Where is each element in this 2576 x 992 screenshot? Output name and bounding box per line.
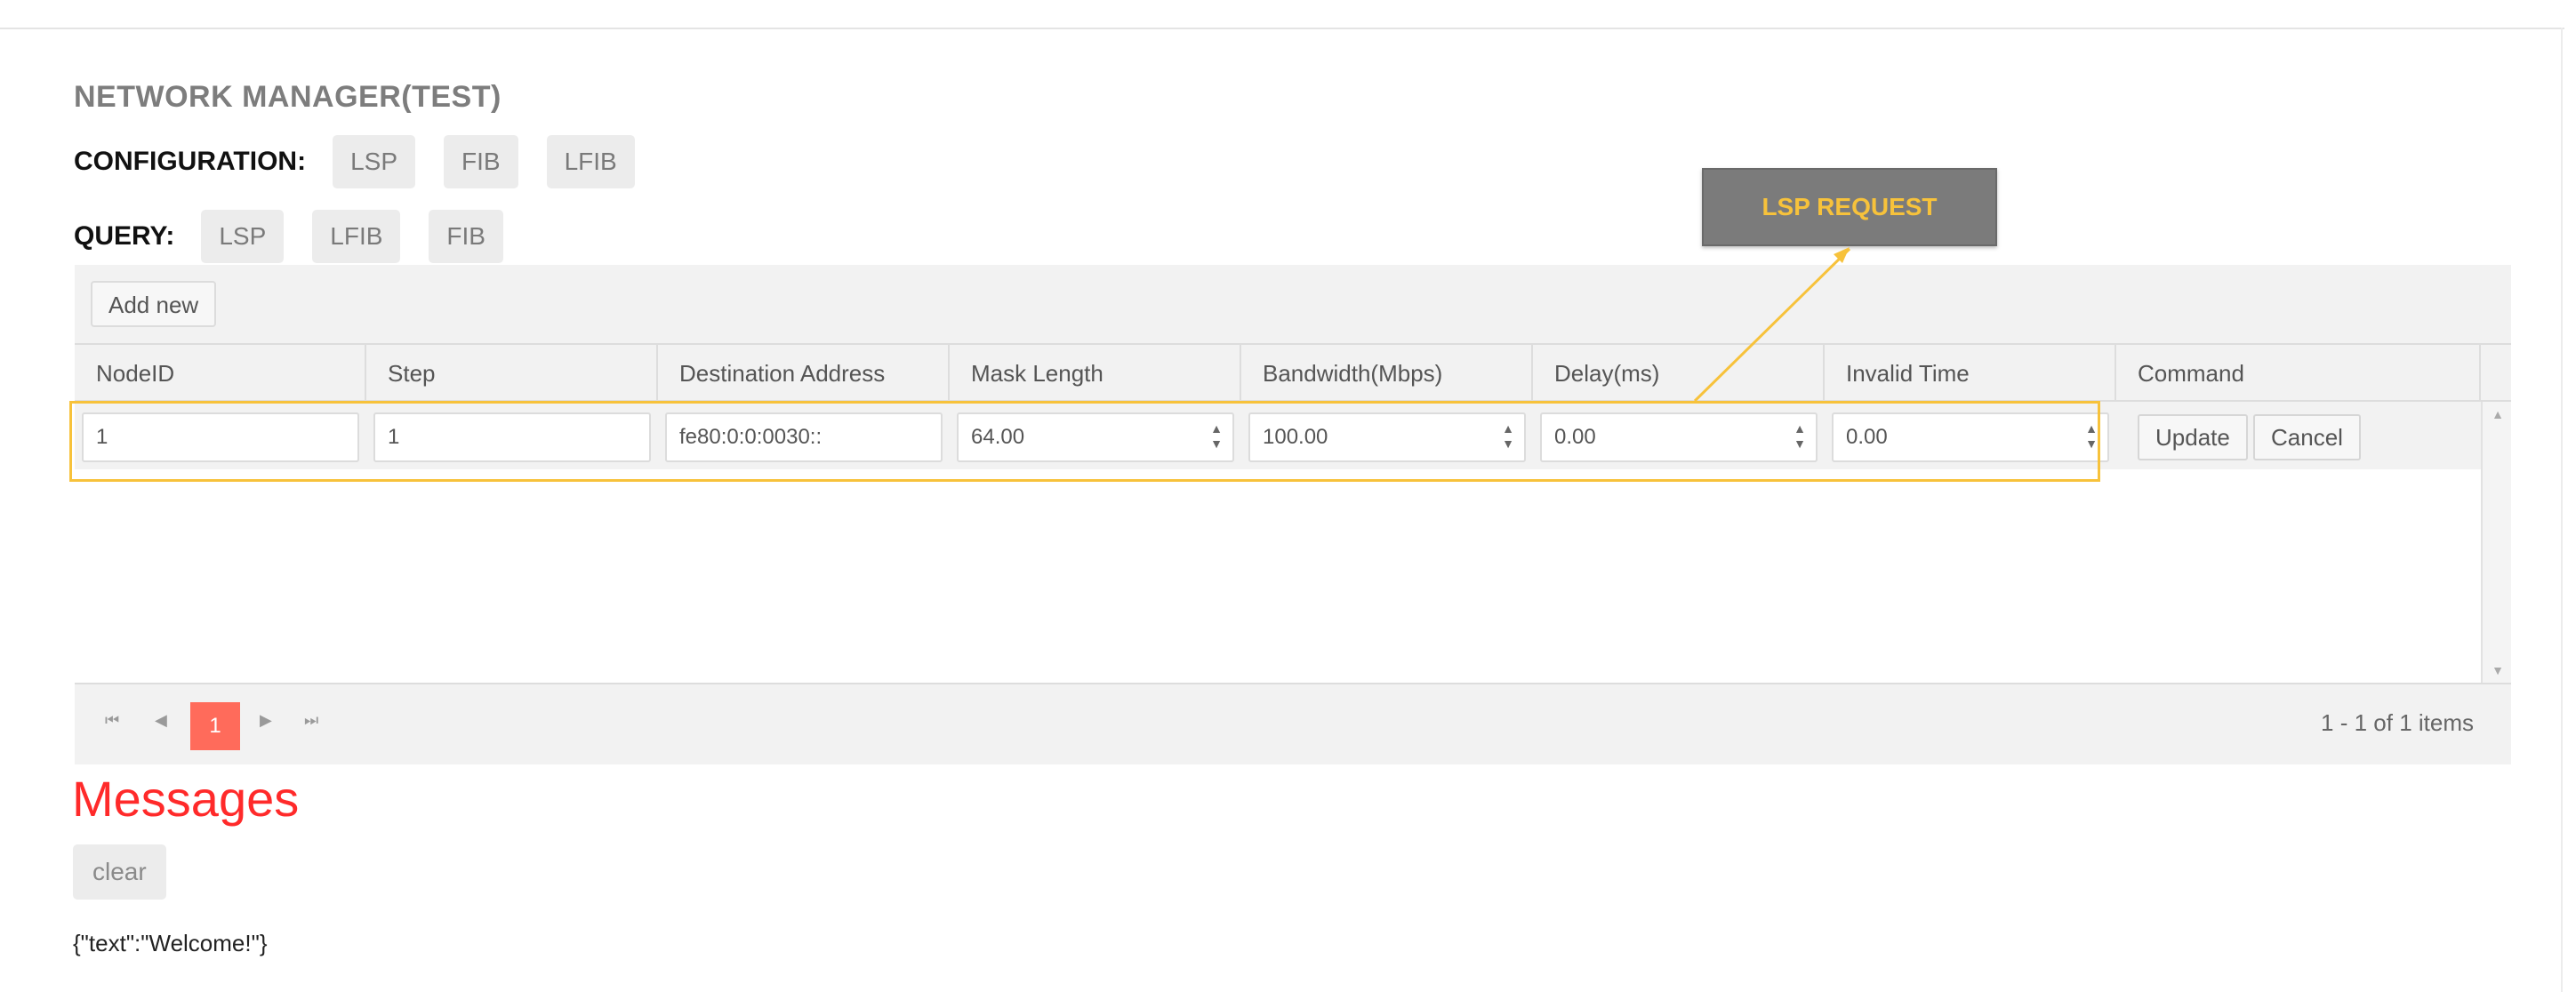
- query-lfib-button[interactable]: LFIB: [312, 210, 401, 263]
- mask-length-input[interactable]: 64.00 ▲ ▼: [957, 412, 1234, 462]
- delay-spinner-icon[interactable]: ▲ ▼: [1789, 421, 1810, 455]
- pager-info: 1 - 1 of 1 items: [2321, 709, 2474, 736]
- next-page-icon[interactable]: ▶: [260, 711, 272, 730]
- grid-body: 1 1 fe80:0:0:0030:: 64.00 ▲ ▼ 100.00 ▲ ▼ 0…: [75, 402, 2481, 683]
- first-page-icon[interactable]: ⏮: [105, 711, 119, 730]
- query-lsp-button[interactable]: LSP: [201, 210, 285, 263]
- query-fib-button[interactable]: FIB: [429, 210, 503, 263]
- column-header-invalid-time[interactable]: Invalid Time: [1825, 345, 2116, 402]
- messages-title: Messages: [72, 771, 300, 827]
- scroll-down-icon[interactable]: ▼: [2483, 663, 2513, 677]
- table-row-edit: 1 1 fe80:0:0:0030:: 64.00 ▲ ▼ 100.00 ▲ ▼ 0…: [75, 402, 2481, 469]
- mask-length-value: 64.00: [971, 425, 1025, 449]
- config-lsp-button[interactable]: LSP: [333, 135, 416, 188]
- prev-page-icon[interactable]: ◀: [155, 711, 167, 730]
- query-nav: QUERY: LSP LFIB FIB: [74, 210, 532, 263]
- current-page-button[interactable]: 1: [190, 702, 240, 750]
- grid-toolbar: Add new: [75, 265, 2511, 343]
- right-divider: [2561, 28, 2563, 992]
- query-label: QUERY:: [74, 221, 175, 251]
- bandwidth-spinner-icon[interactable]: ▲ ▼: [1497, 421, 1519, 455]
- column-header-nodeid[interactable]: NodeID: [75, 345, 366, 402]
- step-input[interactable]: 1: [373, 412, 651, 462]
- grid-header: NodeID Step Destination Address Mask Len…: [75, 343, 2511, 402]
- column-header-mask-length[interactable]: Mask Length: [950, 345, 1241, 402]
- update-button[interactable]: Update: [2138, 414, 2248, 460]
- column-header-delay[interactable]: Delay(ms): [1533, 345, 1825, 402]
- bandwidth-value: 100.00: [1263, 425, 1328, 449]
- column-header-command[interactable]: Command: [2116, 345, 2481, 402]
- message-log-entry: {"text":"Welcome!"}: [73, 930, 268, 956]
- top-divider: [0, 28, 2564, 29]
- configuration-label: CONFIGURATION:: [74, 147, 307, 176]
- scroll-up-icon[interactable]: ▲: [2483, 407, 2513, 421]
- grid-pager: ⏮ ◀ 1 ▶ ⏭ 1 - 1 of 1 items: [75, 683, 2511, 764]
- invalid-time-value: 0.00: [1846, 425, 1888, 449]
- config-fib-button[interactable]: FIB: [444, 135, 518, 188]
- config-lfib-button[interactable]: LFIB: [546, 135, 635, 188]
- lsp-request-callout: LSP REQUEST: [1702, 168, 1997, 246]
- bandwidth-input[interactable]: 100.00 ▲ ▼: [1248, 412, 1526, 462]
- last-page-icon[interactable]: ⏭: [304, 711, 318, 730]
- destination-address-input[interactable]: fe80:0:0:0030::: [665, 412, 943, 462]
- delay-value: 0.00: [1554, 425, 1596, 449]
- invalid-time-input[interactable]: 0.00 ▲ ▼: [1832, 412, 2109, 462]
- mask-length-spinner-icon[interactable]: ▲ ▼: [1206, 421, 1227, 455]
- configuration-nav: CONFIGURATION: LSP FIB LFIB: [74, 135, 663, 188]
- column-header-destination-address[interactable]: Destination Address: [658, 345, 950, 402]
- column-header-step[interactable]: Step: [366, 345, 658, 402]
- grid-scrollbar[interactable]: ▲ ▼: [2481, 402, 2511, 683]
- cancel-button[interactable]: Cancel: [2253, 414, 2361, 460]
- lsp-grid: Add new NodeID Step Destination Address …: [75, 265, 2511, 764]
- invalid-time-spinner-icon[interactable]: ▲ ▼: [2081, 421, 2102, 455]
- add-new-button[interactable]: Add new: [91, 281, 217, 327]
- column-header-bandwidth[interactable]: Bandwidth(Mbps): [1241, 345, 1533, 402]
- delay-input[interactable]: 0.00 ▲ ▼: [1540, 412, 1818, 462]
- nodeid-input[interactable]: 1: [82, 412, 359, 462]
- page-title: NETWORK MANAGER(TEST): [74, 80, 502, 114]
- clear-button[interactable]: clear: [73, 844, 166, 900]
